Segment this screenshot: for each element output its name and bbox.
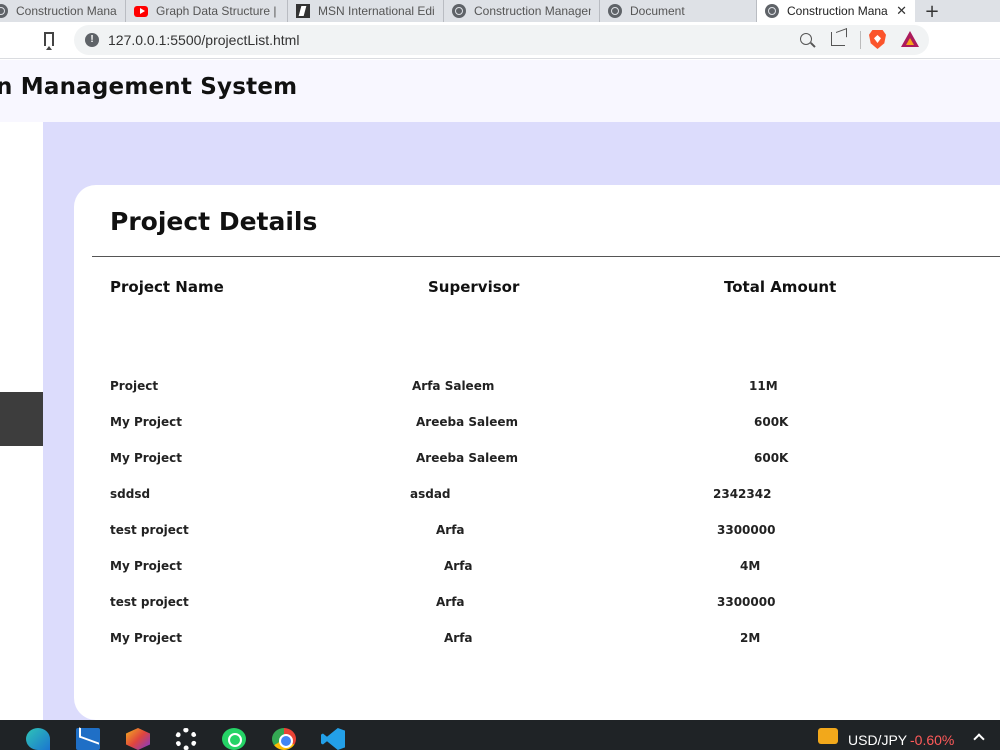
bookmark-icon[interactable] [44, 32, 54, 50]
tab-document[interactable]: Document [600, 0, 757, 22]
browser-tab-strip: Construction Managem Graph Data Structur… [0, 0, 1000, 22]
sidebar [0, 122, 43, 720]
brave-rewards-icon[interactable] [901, 31, 919, 47]
mail-icon[interactable] [76, 728, 100, 750]
globe-icon [608, 4, 622, 18]
globe-icon [0, 4, 8, 18]
new-tab-button[interactable]: + [915, 0, 949, 22]
cell-project-name: Project [110, 379, 159, 393]
toolbar-divider [860, 31, 861, 49]
cell-project-name: My Project [110, 559, 182, 573]
address-bar: ! 127.0.0.1:5500/projectList.html [0, 22, 1000, 59]
edge-icon[interactable] [26, 728, 50, 750]
tab-msn[interactable]: MSN International Edit [288, 0, 444, 22]
sidebar-active-item[interactable] [0, 392, 43, 446]
tab-title: MSN International Edit [318, 4, 435, 18]
tab-title: Construction Managem [474, 4, 591, 18]
project-details-card: Project Details Project Name Supervisor … [74, 185, 1000, 720]
cell-total-amount: 2M [740, 631, 761, 645]
site-info-icon[interactable]: ! [85, 33, 99, 47]
settings-icon[interactable] [175, 728, 197, 750]
column-header-supervisor: Supervisor [428, 278, 520, 296]
tab-title: Document [630, 4, 685, 18]
cell-supervisor: Arfa [436, 595, 465, 609]
cell-total-amount: 3300000 [717, 523, 776, 537]
globe-icon [452, 4, 466, 18]
share-icon[interactable] [831, 32, 845, 46]
cell-total-amount: 600K [754, 451, 789, 465]
cell-project-name: test project [110, 523, 189, 537]
brave-shields-icon[interactable] [869, 30, 886, 49]
chrome-icon[interactable] [272, 728, 296, 750]
tab-title: Graph Data Structure | [156, 4, 277, 18]
close-tab-icon[interactable]: ✕ [896, 3, 907, 19]
column-header-total-amount: Total Amount [724, 278, 837, 296]
taskbar: USD/JPY -0.60% [0, 720, 1000, 750]
tab-construction-2[interactable]: Construction Managem [444, 0, 600, 22]
chevron-up-icon[interactable] [973, 733, 985, 745]
cell-total-amount: 600K [754, 415, 789, 429]
msn-icon [296, 4, 310, 18]
cell-total-amount: 4M [740, 559, 761, 573]
cell-supervisor: Arfa Saleem [412, 379, 495, 393]
cell-project-name: test project [110, 595, 189, 609]
url-text[interactable]: 127.0.0.1:5500/projectList.html [108, 32, 299, 48]
page: n Management System Project Details Proj… [0, 60, 1000, 720]
tab-title: Construction Managem [16, 4, 117, 18]
cube-icon[interactable] [126, 728, 150, 750]
tab-title: Construction Mana [787, 4, 888, 18]
divider [92, 256, 1000, 257]
ticker-change[interactable]: -0.60% [910, 732, 954, 748]
cell-supervisor: Arfa [444, 559, 473, 573]
cell-total-amount: 3300000 [717, 595, 776, 609]
tab-graph-data-structure[interactable]: Graph Data Structure | [126, 0, 288, 22]
cell-supervisor: Areeba Saleem [416, 415, 518, 429]
tab-construction-1[interactable]: Construction Managem [0, 0, 126, 22]
ticker-label[interactable]: USD/JPY [848, 732, 907, 748]
whatsapp-icon[interactable] [222, 728, 246, 750]
omnibox[interactable]: ! 127.0.0.1:5500/projectList.html [74, 25, 929, 55]
cell-project-name: My Project [110, 631, 182, 645]
globe-icon [765, 4, 779, 18]
youtube-icon [134, 5, 148, 17]
cell-project-name: My Project [110, 415, 182, 429]
vscode-icon[interactable] [321, 728, 345, 750]
tab-construction-active[interactable]: Construction Mana ✕ [757, 0, 915, 22]
app-header: n Management System [0, 60, 1000, 122]
zoom-icon[interactable] [800, 33, 812, 45]
cell-project-name: sddsd [110, 487, 151, 501]
cell-supervisor: Arfa [444, 631, 473, 645]
column-header-project-name: Project Name [110, 278, 224, 296]
cell-supervisor: Arfa [436, 523, 465, 537]
cell-supervisor: Areeba Saleem [416, 451, 518, 465]
currency-icon[interactable] [818, 728, 838, 744]
cell-project-name: My Project [110, 451, 182, 465]
app-title: n Management System [0, 74, 298, 100]
cell-total-amount: 2342342 [713, 487, 772, 501]
cell-supervisor: asdad [410, 487, 451, 501]
card-title: Project Details [110, 207, 318, 236]
cell-total-amount: 11M [749, 379, 778, 393]
